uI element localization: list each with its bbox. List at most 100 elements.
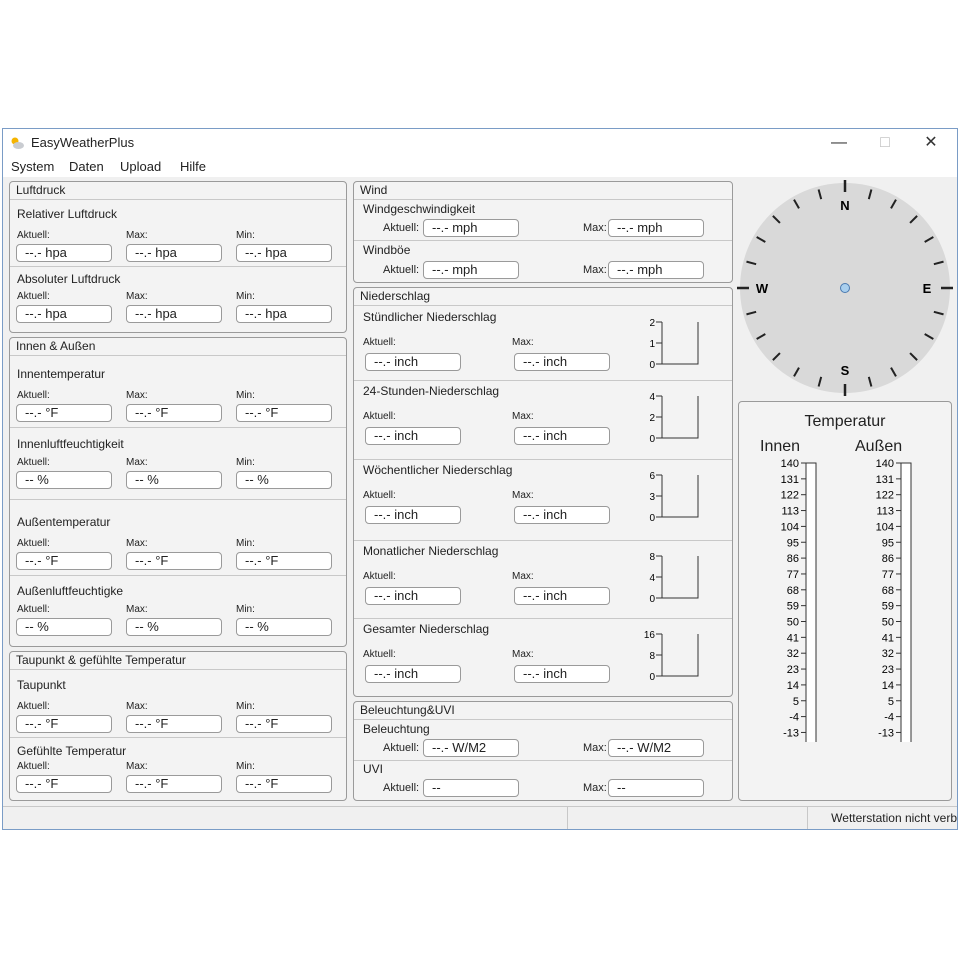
- section-title: Innenluftfeuchtigkeit: [17, 437, 124, 451]
- label-aktuell: Aktuell:: [17, 701, 50, 712]
- panel-title: Beleuchtung&UVI: [360, 703, 455, 717]
- menu-system[interactable]: System: [11, 159, 54, 174]
- beleuchtung-aktuell-field[interactable]: --.- W/M2: [423, 739, 519, 757]
- temp-tick-label: 77: [787, 569, 799, 581]
- absolut-min-field[interactable]: --.- hpa: [236, 305, 332, 323]
- label-aktuell: Aktuell:: [383, 742, 420, 754]
- gauge-tick-label: 0: [649, 434, 655, 445]
- temp-tick-label: 122: [781, 490, 799, 502]
- section-title: Windgeschwindigkeit: [363, 202, 476, 216]
- label-max: Max:: [126, 230, 148, 241]
- aussenfeucht-aktuell-field[interactable]: -- %: [16, 618, 112, 636]
- section-title: Gefühlte Temperatur: [17, 744, 127, 758]
- menu-upload[interactable]: Upload: [120, 159, 161, 174]
- label-max: Max:: [583, 264, 607, 276]
- section-title: Wöchentlicher Niederschlag: [363, 463, 513, 477]
- windgeschw-max-field[interactable]: --.- mph: [608, 219, 704, 237]
- section-title: UVI: [363, 762, 384, 776]
- temperatur-panel: Temperatur Innen Außen 140 131 122 113 104 95…: [738, 401, 952, 801]
- label-max: Max:: [126, 604, 148, 615]
- rain-aktuell-field[interactable]: --.- inch: [365, 506, 461, 524]
- label-aktuell: Aktuell:: [383, 264, 420, 276]
- rain-max-field[interactable]: --.- inch: [514, 427, 610, 445]
- window-title: EasyWeatherPlus: [31, 135, 135, 150]
- innentemp-min-field[interactable]: --.- °F: [236, 404, 332, 422]
- panel-title: Niederschlag: [360, 289, 431, 303]
- gefuehlt-max-field[interactable]: --.- °F: [126, 775, 222, 793]
- rain-section: Gesamter Niederschlag Aktuell: Max: --.- in…: [354, 618, 732, 696]
- label-aktuell: Aktuell:: [363, 490, 396, 501]
- temp-tick-label: 5: [793, 696, 799, 708]
- minimize-button[interactable]: —: [817, 131, 861, 155]
- taupunkt-min-field[interactable]: --.- °F: [236, 715, 332, 733]
- innenfeucht-max-field[interactable]: -- %: [126, 471, 222, 489]
- gefuehlt-min-field[interactable]: --.- °F: [236, 775, 332, 793]
- windgeschw-aktuell-field[interactable]: --.- mph: [423, 219, 519, 237]
- maximize-button[interactable]: □: [863, 131, 907, 155]
- rain-aktuell-field[interactable]: --.- inch: [365, 427, 461, 445]
- label-min: Min:: [236, 291, 255, 302]
- absolut-max-field[interactable]: --.- hpa: [126, 305, 222, 323]
- label-max: Max:: [126, 291, 148, 302]
- taupunkt-aktuell-field[interactable]: --.- °F: [16, 715, 112, 733]
- beleuchtung-panel: Beleuchtung&UVI Beleuchtung Aktuell: --.…: [353, 701, 733, 801]
- innentemp-aktuell-field[interactable]: --.- °F: [16, 404, 112, 422]
- rain-max-field[interactable]: --.- inch: [514, 506, 610, 524]
- aussentemp-aktuell-field[interactable]: --.- °F: [16, 552, 112, 570]
- absolut-aktuell-field[interactable]: --.- hpa: [16, 305, 112, 323]
- innenfeucht-aktuell-field[interactable]: -- %: [16, 471, 112, 489]
- label-aktuell: Aktuell:: [383, 222, 420, 234]
- label-aktuell: Aktuell:: [363, 571, 396, 582]
- label-aktuell: Aktuell:: [17, 604, 50, 615]
- label-aktuell: Aktuell:: [17, 761, 50, 772]
- windboe-aktuell-field[interactable]: --.- mph: [423, 261, 519, 279]
- rain-aktuell-field[interactable]: --.- inch: [365, 587, 461, 605]
- section-title: Außenluftfeuchtigke: [17, 584, 124, 598]
- rain-max-field[interactable]: --.- inch: [514, 353, 610, 371]
- rain-max-field[interactable]: --.- inch: [514, 665, 610, 683]
- aussentemp-min-field[interactable]: --.- °F: [236, 552, 332, 570]
- temp-tick-label: 5: [888, 696, 894, 708]
- gauge-tick-label: 0: [649, 360, 655, 371]
- innenfeucht-min-field[interactable]: -- %: [236, 471, 332, 489]
- relativ-max-field[interactable]: --.- hpa: [126, 244, 222, 262]
- gefuehlt-aktuell-field[interactable]: --.- °F: [16, 775, 112, 793]
- label-max: Max:: [126, 390, 148, 401]
- temp-tick-label: 77: [882, 569, 894, 581]
- relativ-aktuell-field[interactable]: --.- hpa: [16, 244, 112, 262]
- label-max: Max:: [126, 538, 148, 549]
- gauge-tick-label: 8: [649, 651, 655, 662]
- label-max: Max:: [583, 222, 607, 234]
- uvi-aktuell-field[interactable]: --: [423, 779, 519, 797]
- temp-tick-label: 86: [882, 553, 894, 565]
- rain-max-field[interactable]: --.- inch: [514, 587, 610, 605]
- wind-compass: N E S W: [737, 180, 953, 396]
- compass-e-label: E: [923, 281, 932, 296]
- rain-gauge: 4 2 0: [649, 392, 699, 445]
- aussenfeucht-min-field[interactable]: -- %: [236, 618, 332, 636]
- menu-daten[interactable]: Daten: [69, 159, 104, 174]
- taupunkt-max-field[interactable]: --.- °F: [126, 715, 222, 733]
- status-bar: Wetterstation nicht verb: [3, 806, 957, 829]
- beleuchtung-max-field[interactable]: --.- W/M2: [608, 739, 704, 757]
- rain-aktuell-field[interactable]: --.- inch: [365, 665, 461, 683]
- aussenfeucht-max-field[interactable]: -- %: [126, 618, 222, 636]
- menu-hilfe[interactable]: Hilfe: [180, 159, 206, 174]
- label-min: Min:: [236, 538, 255, 549]
- label-max: Max:: [126, 457, 148, 468]
- windboe-max-field[interactable]: --.- mph: [608, 261, 704, 279]
- aussentemp-max-field[interactable]: --.- °F: [126, 552, 222, 570]
- temp-tick-label: 32: [882, 648, 894, 660]
- close-button[interactable]: ✕: [909, 131, 953, 155]
- relativ-min-field[interactable]: --.- hpa: [236, 244, 332, 262]
- taupunkt-panel: Taupunkt & gefühlte Temperatur Taupunkt …: [9, 651, 347, 801]
- gauge-tick-label: 4: [649, 573, 655, 584]
- label-max: Max:: [512, 490, 534, 501]
- innentemp-max-field[interactable]: --.- °F: [126, 404, 222, 422]
- rain-aktuell-field[interactable]: --.- inch: [365, 353, 461, 371]
- label-min: Min:: [236, 604, 255, 615]
- compass-w-label: W: [756, 281, 769, 296]
- temp-tick-label: -13: [783, 727, 799, 739]
- label-max: Max:: [583, 742, 607, 754]
- uvi-max-field[interactable]: --: [608, 779, 704, 797]
